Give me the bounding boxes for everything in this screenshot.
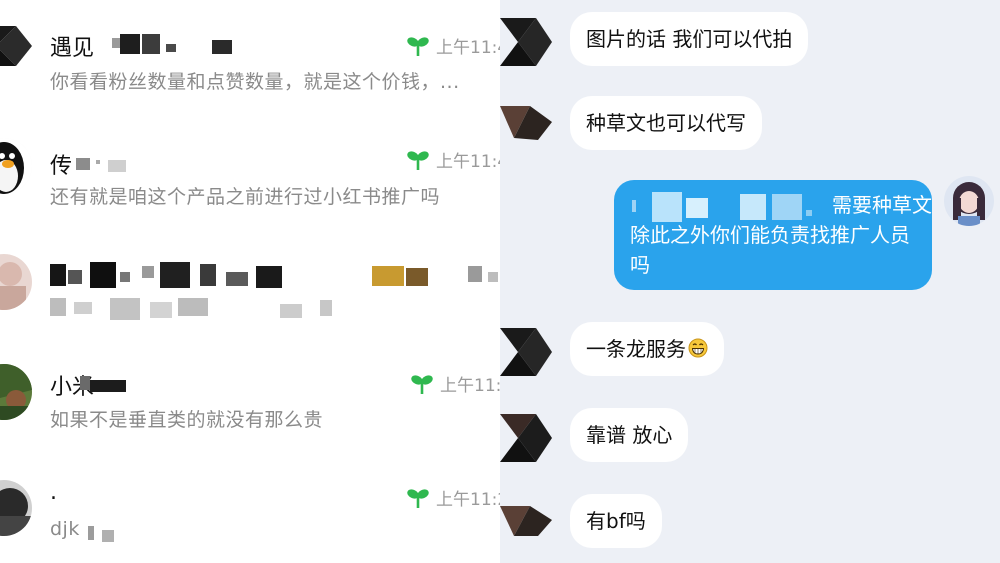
conversation-preview: 你看看粉丝数量和点赞数量，就是这个价钱，... bbox=[50, 71, 460, 93]
incoming-message: 种草文也可以代写 bbox=[500, 96, 1000, 152]
message-bubble[interactable]: 有bf吗 bbox=[570, 494, 662, 548]
conversation-time: 上午11:3 bbox=[410, 371, 500, 396]
dark-geometric-avatar[interactable] bbox=[500, 12, 552, 72]
brown-geometric-avatar[interactable] bbox=[500, 502, 552, 538]
message-text: 一条龙服务 bbox=[586, 337, 686, 361]
message-bubble[interactable]: 图片的话 我们可以代拍 bbox=[570, 12, 809, 66]
conversation-item[interactable]: 传 还有就是咱这个产品之前进行过小红书推广吗 上午11:4 bbox=[0, 120, 500, 220]
conversation-item[interactable]: . djk 上午11:2 bbox=[0, 468, 500, 563]
conversation-item[interactable]: 小米 如果不是垂直类的就没有那么贵 上午11:3 bbox=[0, 352, 500, 452]
dark-geometric-avatar[interactable] bbox=[500, 322, 552, 382]
message-text-line: 吗 bbox=[630, 253, 650, 277]
outgoing-message: 需要种草文 除此之外你们能负责找推广人员 吗 bbox=[500, 176, 1000, 296]
conversation-preview: 如果不是垂直类的就没有那么贵 bbox=[50, 409, 324, 431]
message-bubble[interactable]: 种草文也可以代写 bbox=[570, 96, 762, 150]
chat-window: 图片的话 我们可以代拍 种草文也可以代写 需要种草文 除此之外你们能负责找推广人… bbox=[500, 0, 1000, 563]
conversation-time: 上午11:4 bbox=[406, 33, 500, 58]
dark-photo-avatar bbox=[0, 480, 32, 536]
nature-photo-avatar bbox=[0, 364, 32, 420]
message-bubble-outgoing[interactable]: 需要种草文 除此之外你们能负责找推广人员 吗 bbox=[614, 180, 932, 290]
screenshot: 遇见 你看看粉丝数量和点赞数量，就是这个价钱，... 上午11:4 bbox=[0, 0, 1000, 563]
incoming-message: 一条龙服务 bbox=[500, 320, 1000, 384]
message-text-line: 需要种草文 bbox=[832, 193, 932, 217]
brown-geometric-avatar[interactable] bbox=[500, 102, 552, 142]
sprout-icon bbox=[407, 488, 429, 508]
sprout-icon bbox=[407, 36, 429, 56]
sprout-icon bbox=[411, 374, 433, 394]
conversation-preview: djk bbox=[50, 518, 80, 540]
incoming-message: 有bf吗 bbox=[500, 492, 1000, 548]
conversation-preview: 还有就是咱这个产品之前进行过小红书推广吗 bbox=[50, 186, 441, 208]
message-text-line: 除此之外你们能负责找推广人员 bbox=[630, 223, 910, 247]
conversation-name: 传 bbox=[50, 154, 73, 179]
user-avatar[interactable] bbox=[944, 176, 994, 226]
conversation-name: . bbox=[50, 480, 57, 505]
conversation-list: 遇见 你看看粉丝数量和点赞数量，就是这个价钱，... 上午11:4 bbox=[0, 0, 500, 563]
conversation-item[interactable]: 遇见 你看看粉丝数量和点赞数量，就是这个价钱，... 上午11:4 bbox=[0, 0, 500, 100]
conversation-item[interactable] bbox=[0, 240, 500, 340]
conversation-name: 遇见 bbox=[50, 36, 95, 61]
blurred-photo-avatar bbox=[0, 254, 32, 310]
conversation-time: 上午11:4 bbox=[406, 147, 500, 172]
dark-geometric-avatar bbox=[0, 18, 32, 74]
message-bubble[interactable]: 一条龙服务 bbox=[570, 322, 724, 376]
incoming-message: 图片的话 我们可以代拍 bbox=[500, 10, 1000, 72]
dark-geometric-avatar[interactable] bbox=[500, 408, 552, 468]
penguin-avatar bbox=[0, 138, 32, 194]
conversation-time: 上午11:2 bbox=[406, 485, 500, 510]
incoming-message: 靠谱 放心 bbox=[500, 408, 1000, 468]
sprout-icon bbox=[407, 150, 429, 170]
grinning-face-icon bbox=[688, 338, 708, 358]
message-bubble[interactable]: 靠谱 放心 bbox=[570, 408, 689, 462]
